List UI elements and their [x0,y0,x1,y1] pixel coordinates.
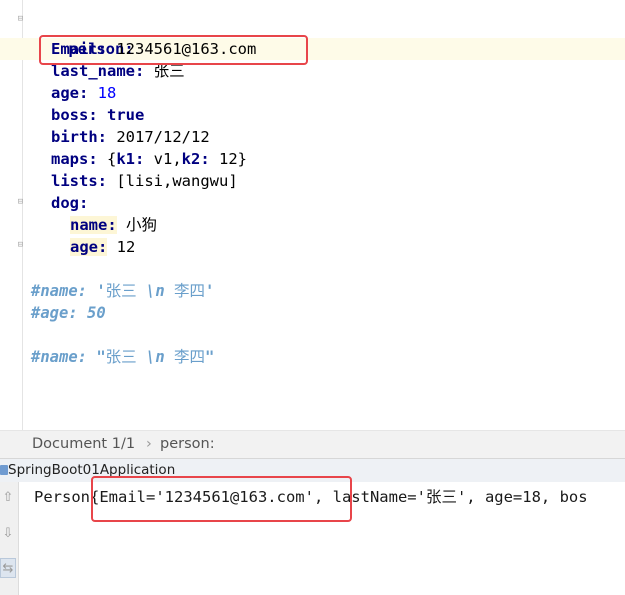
comment-text: 李四 [174,282,206,300]
yaml-line-maps: maps: {k1: v1,k2: 12} [51,148,247,170]
yaml-value: 18 [88,84,117,102]
yaml-value: true [97,106,145,124]
comment-text: #name: ' [31,282,106,300]
yaml-line-boss: boss: true [51,104,144,126]
run-config-icon [0,465,8,475]
yaml-value: 12} [209,150,247,168]
yaml-key: k1: [116,150,145,168]
breadcrumb-separator: › [146,436,152,452]
comment-text: \n [136,282,174,300]
yaml-editor[interactable]: ⊟ ⊟ ⊟ person: Email: 1234561@163.com las… [0,0,625,430]
comment-text: ' [205,282,215,300]
comment-text: 张三 [105,348,137,366]
yaml-line-birth: birth: 2017/12/12 [51,126,210,148]
yaml-value: 小狗 [116,216,158,234]
yaml-comment-line: #name: "张三 \n 李四" [31,346,214,368]
email-highlight-box [39,35,308,65]
yaml-value: 2017/12/12 [107,128,210,146]
yaml-key: dog: [51,194,89,212]
breadcrumb: Document 1/1 › person: [0,430,625,459]
comment-text: 李四 [174,348,206,366]
yaml-line-dog-age: age: 12 [70,236,135,258]
scroll-down-icon[interactable]: ⇩ [0,524,16,544]
console-text: lastName='张三', age=18, bos [323,488,588,506]
yaml-line-lists: lists: [lisi,wangwu] [51,170,238,192]
comment-text: \n [136,348,174,366]
yaml-value: [lisi,wangwu] [107,172,238,190]
yaml-comment-line: #name: '张三 \n 李四' [31,280,214,302]
yaml-value: { [97,150,117,168]
yaml-key: maps: [51,150,98,168]
breadcrumb-item-person[interactable]: person: [160,436,215,452]
yaml-key: k2: [181,150,210,168]
comment-text: 张三 [105,282,137,300]
fold-icon[interactable]: ⊟ [16,240,25,251]
scroll-up-icon[interactable]: ⇧ [0,488,16,508]
console-text: Person [34,488,90,506]
comment-text: #name: " [31,348,106,366]
yaml-key: age: [51,84,89,102]
yaml-value: v1, [144,150,182,168]
console-email-highlight-box [91,476,352,522]
comment-text: #age: 50 [31,304,106,322]
yaml-key: lists: [51,172,107,190]
soft-wrap-icon[interactable]: ⇆ [0,558,16,578]
console-panel[interactable]: ⇧ ⇩ ⇆ Person{Email='1234561@163.com', la… [0,476,625,595]
yaml-line-age: age: 18 [51,82,116,104]
console-toolbar: ⇧ ⇩ ⇆ [0,482,19,595]
yaml-key: name: [70,216,117,234]
yaml-key: birth: [51,128,107,146]
yaml-key: age: [70,238,108,256]
yaml-line-dog-name: name: 小狗 [70,214,157,236]
yaml-value: 12 [107,238,136,256]
yaml-comment-line: #age: 50 [31,302,106,324]
fold-icon[interactable]: ⊟ [16,14,25,25]
editor-gutter [0,0,23,430]
yaml-key: boss: [51,106,98,124]
yaml-line-dog: dog: [51,192,88,214]
fold-icon[interactable]: ⊟ [16,197,25,208]
breadcrumb-document[interactable]: Document 1/1 [32,436,135,452]
comment-text: " [205,348,215,366]
